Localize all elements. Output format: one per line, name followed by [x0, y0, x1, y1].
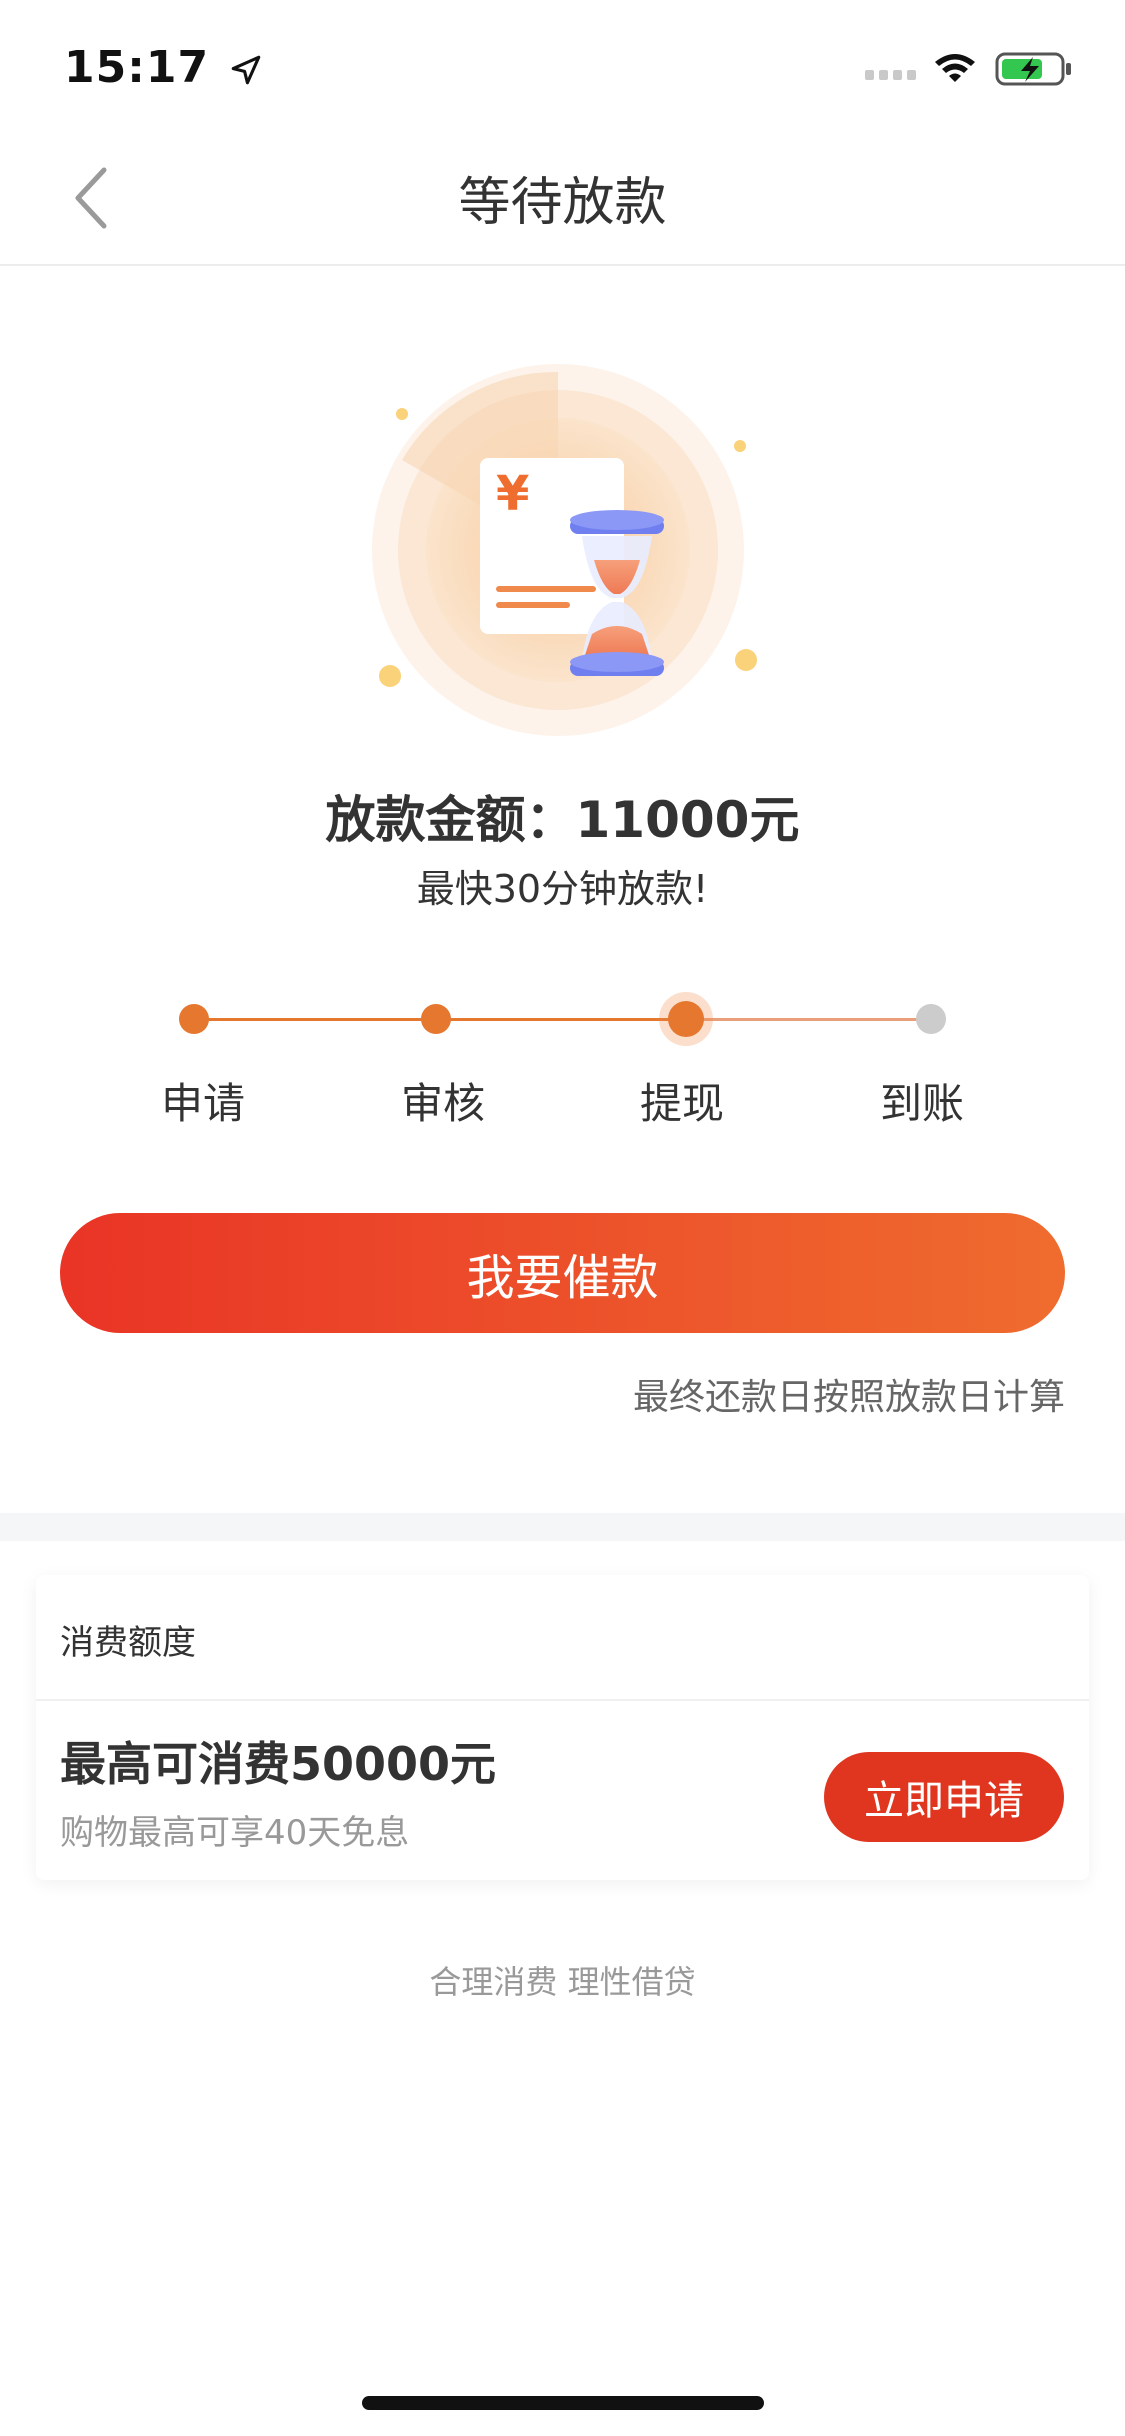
- step-label-review: 审核: [400, 1079, 485, 1128]
- home-indicator[interactable]: [362, 2396, 764, 2410]
- loan-speed-text: 最快30分钟放款!: [416, 867, 709, 911]
- step-dot-arrive: [916, 1004, 946, 1034]
- step-dot-withdraw: [659, 992, 713, 1046]
- apply-now-label: 立即申请: [864, 1778, 1024, 1824]
- progress-line-pending: [684, 1018, 930, 1021]
- step-label-withdraw: 提现: [639, 1079, 724, 1128]
- step-label-arrive: 到账: [879, 1079, 964, 1128]
- step-dot-apply: [179, 1004, 209, 1034]
- step-dot-review: [421, 1004, 451, 1034]
- section-separator: [0, 1513, 1125, 1541]
- battery-charging-icon: [995, 52, 1071, 86]
- interest-free-text: 购物最高可享40天免息: [60, 1813, 410, 1853]
- card-divider: [36, 1699, 1089, 1701]
- apply-now-button[interactable]: 立即申请: [824, 1752, 1064, 1842]
- repayment-note: 最终还款日按照放款日计算: [632, 1377, 1065, 1418]
- location-arrow-icon: [232, 55, 261, 85]
- currency-symbol: ¥: [496, 466, 529, 522]
- page-title: 等待放款: [458, 173, 667, 233]
- credit-limit-text: 最高可消费50000元: [60, 1737, 497, 1791]
- footer-slogan: 合理消费 理性借贷: [429, 1963, 696, 2001]
- credit-card-title: 消费额度: [60, 1623, 196, 1663]
- hourglass-bill-icon: ¥: [362, 360, 762, 740]
- urge-loan-button[interactable]: 我要催款: [60, 1213, 1065, 1333]
- loan-amount: 放款金额：11000元: [325, 791, 800, 849]
- status-icons: [865, 48, 1085, 88]
- urge-loan-label: 我要催款: [466, 1250, 659, 1306]
- status-time: 15:17: [64, 42, 263, 93]
- cellular-signal-icon: [865, 70, 916, 80]
- wifi-icon: [935, 54, 975, 82]
- step-label-apply: 申请: [160, 1079, 245, 1128]
